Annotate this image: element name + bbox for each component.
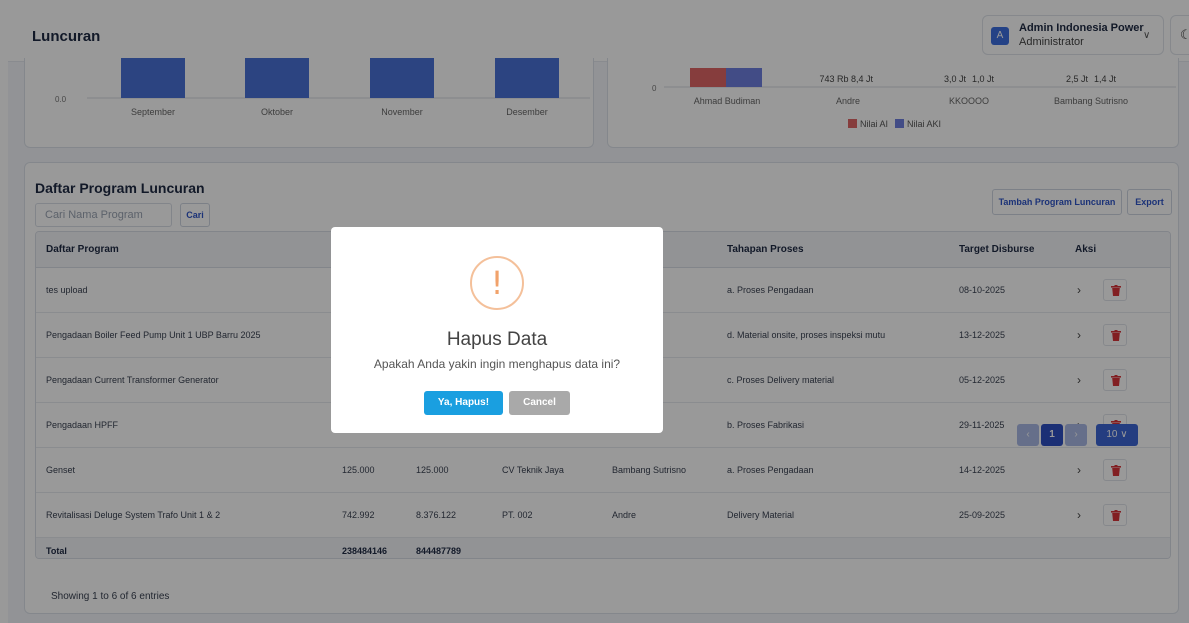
- dialog-title: Hapus Data: [446, 329, 548, 350]
- dialog-message: Apakah Anda yakin ingin menghapus data i…: [373, 357, 621, 371]
- cancel-button[interactable]: Cancel: [509, 391, 570, 415]
- warning-icon: !: [470, 256, 524, 310]
- confirm-delete-button[interactable]: Ya, Hapus!: [424, 391, 503, 415]
- delete-confirm-dialog: ! Hapus Data Apakah Anda yakin ingin men…: [331, 227, 663, 433]
